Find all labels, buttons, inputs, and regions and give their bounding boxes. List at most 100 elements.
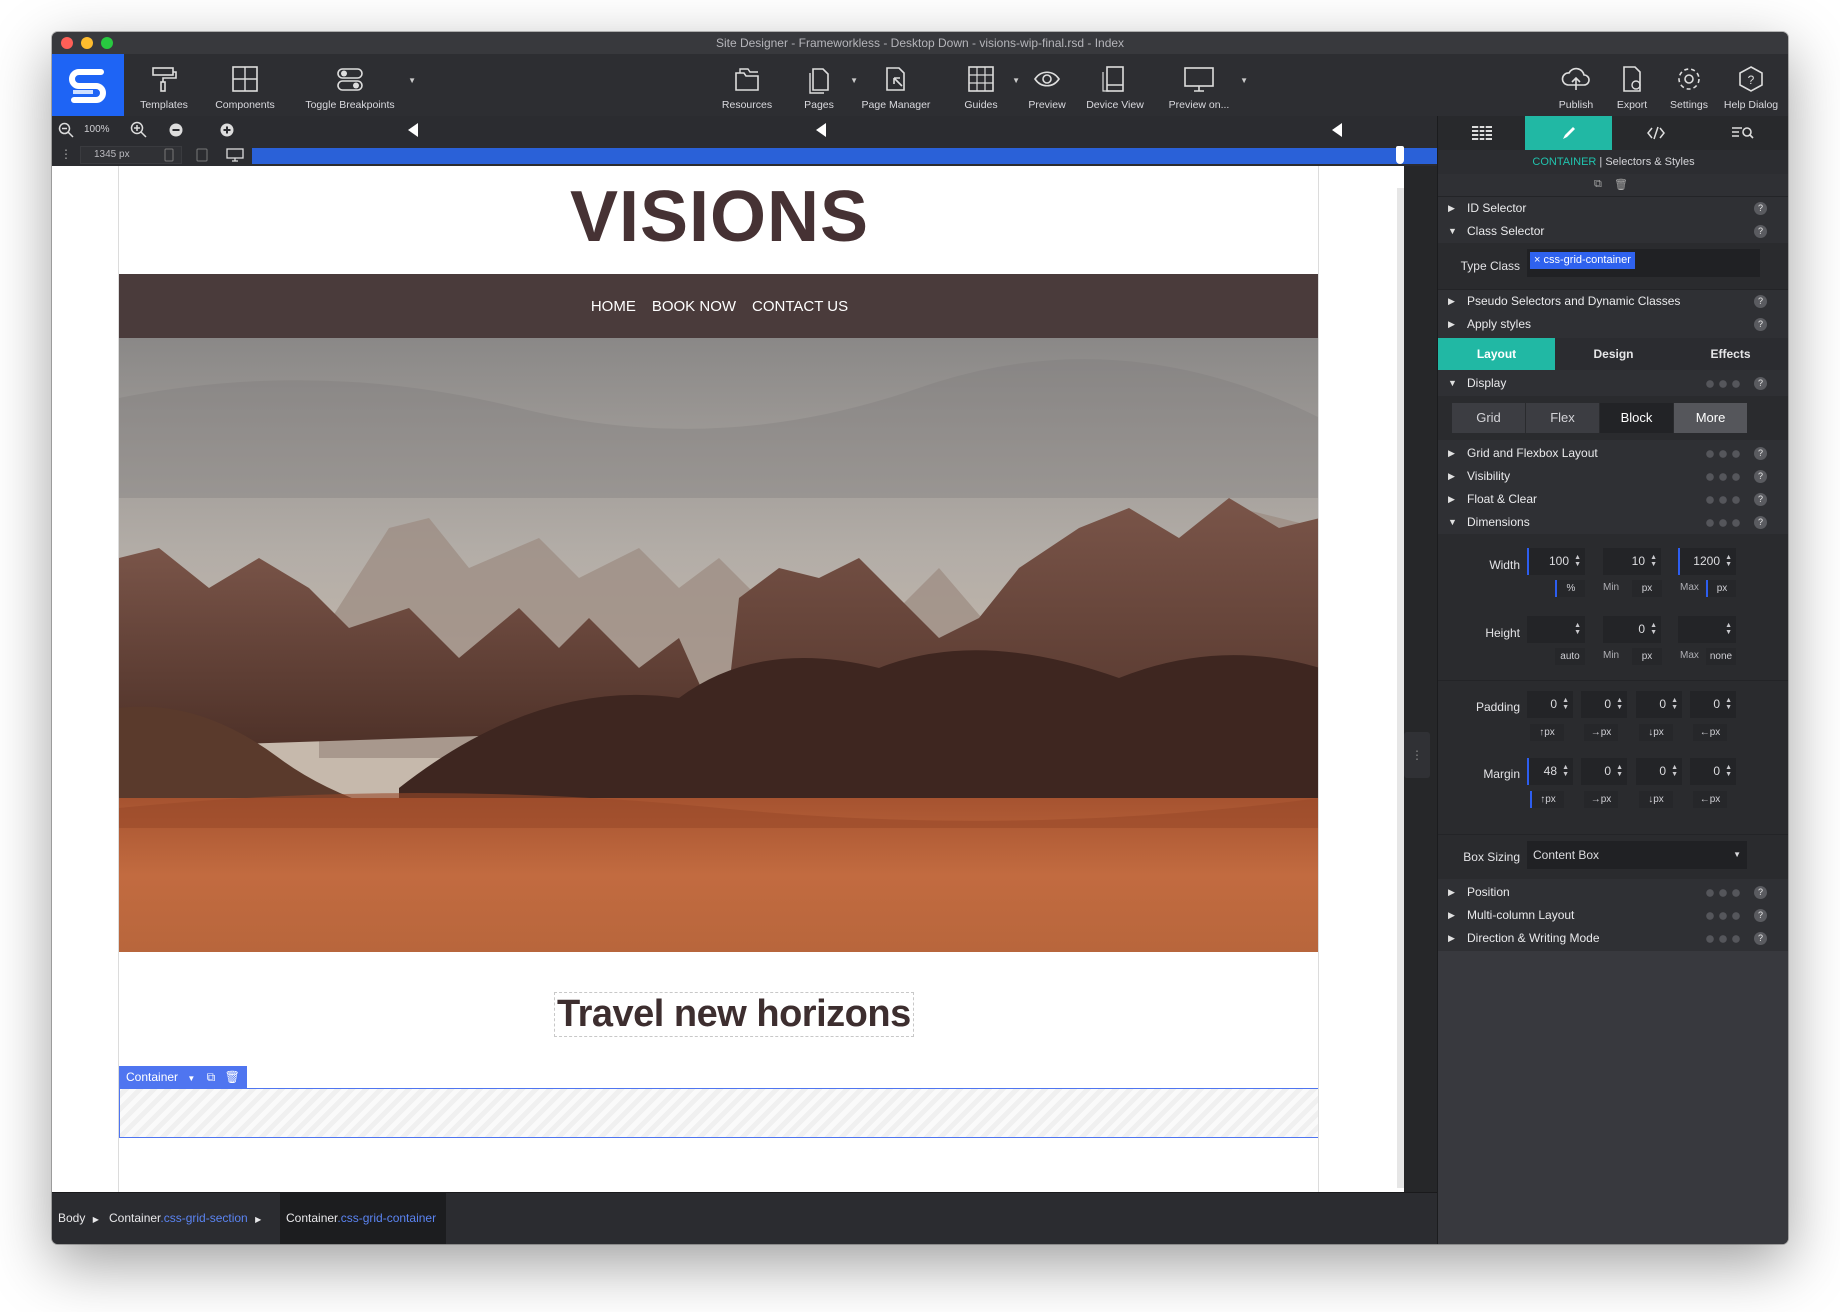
breakpoint-marker-icon[interactable] xyxy=(816,123,826,137)
nav-contact-us-link[interactable]: CONTACT US xyxy=(752,298,848,315)
preview-on-button[interactable]: Preview on... ▼ xyxy=(1164,60,1248,112)
display-flex-button[interactable]: Flex xyxy=(1526,403,1599,433)
margin-left-input[interactable]: 0 ▲ ▼ xyxy=(1690,758,1736,785)
help-icon[interactable]: ? xyxy=(1754,225,1767,238)
width-slider-handle[interactable] xyxy=(1396,146,1404,164)
page-manager-button[interactable]: Page Manager xyxy=(860,60,932,112)
design-canvas[interactable]: VISIONS HOME BOOK NOW CONTACT US Travel … xyxy=(52,166,1437,1192)
templates-button[interactable]: Templates xyxy=(134,60,194,112)
phone-icon[interactable] xyxy=(164,148,174,162)
help-icon[interactable]: ? xyxy=(1754,470,1767,483)
padding-top-input[interactable]: 0 ▲ ▼ xyxy=(1527,691,1573,718)
breadcrumb-section[interactable]: Container.css-grid-section ▶ xyxy=(109,1193,261,1244)
more-vertical-icon[interactable]: ⋮ xyxy=(60,147,72,161)
direction-writing-mode-section[interactable]: ▶ Direction & Writing Mode? xyxy=(1438,927,1788,950)
margin-top-input[interactable]: 48 ▲ ▼ xyxy=(1527,758,1573,785)
margin-left-unit[interactable]: ←px xyxy=(1693,791,1727,808)
zoom-out-magnifier-icon[interactable] xyxy=(58,122,74,138)
grid-flexbox-section[interactable]: ▶ Grid and Flexbox Layout? xyxy=(1438,442,1788,465)
stepper-icon[interactable]: ▲ ▼ xyxy=(1574,622,1581,636)
breadcrumb-body[interactable]: Body ▶ xyxy=(58,1193,99,1244)
nav-home-link[interactable]: HOME xyxy=(591,298,636,315)
padding-bottom-input[interactable]: 0 ▲ ▼ xyxy=(1636,691,1682,718)
height-input[interactable]: ▲ ▼ xyxy=(1527,616,1585,643)
stepper-icon[interactable]: ▲ ▼ xyxy=(1574,554,1581,568)
visibility-section[interactable]: ▶ Visibility? xyxy=(1438,465,1788,488)
id-selector-section[interactable]: ▶ ID Selector? xyxy=(1438,197,1788,220)
tab-search[interactable] xyxy=(1699,116,1786,150)
zoom-in-magnifier-icon[interactable] xyxy=(130,121,147,138)
guides-button[interactable]: Guides ▼ xyxy=(956,60,1020,112)
max-width-input[interactable]: 1200 ▲ ▼ xyxy=(1678,548,1736,575)
padding-bottom-unit[interactable]: ↓px xyxy=(1639,724,1673,741)
desktop-icon[interactable] xyxy=(226,148,244,162)
multi-column-section[interactable]: ▶ Multi-column Layout? xyxy=(1438,904,1788,927)
minimize-window-button[interactable] xyxy=(81,37,93,49)
stepper-icon[interactable]: ▲ ▼ xyxy=(1725,697,1732,711)
close-window-button[interactable] xyxy=(61,37,73,49)
min-height-input[interactable]: 0 ▲ ▼ xyxy=(1603,616,1661,643)
components-button[interactable]: Components xyxy=(208,60,282,112)
padding-left-input[interactable]: 0 ▲ ▼ xyxy=(1690,691,1736,718)
stepper-icon[interactable]: ▲ ▼ xyxy=(1616,697,1623,711)
tab-layout[interactable]: Layout xyxy=(1438,338,1555,370)
selected-element-tag[interactable]: Container ▼ ⧉ 🗑 xyxy=(119,1066,247,1088)
resources-button[interactable]: Resources xyxy=(717,60,777,112)
settings-button[interactable]: Settings xyxy=(1666,60,1712,112)
hero-image[interactable] xyxy=(119,338,1318,952)
tab-code[interactable] xyxy=(1612,116,1699,150)
tab-grid[interactable] xyxy=(1438,116,1525,150)
float-clear-section[interactable]: ▶ Float & Clear? xyxy=(1438,488,1788,511)
breakpoint-range-bar[interactable] xyxy=(252,148,1437,164)
class-selector-section[interactable]: ▼ Class Selector? xyxy=(1438,220,1788,243)
remove-class-icon[interactable]: × xyxy=(1534,254,1540,266)
tab-styles[interactable] xyxy=(1525,116,1612,150)
site-nav-bar[interactable]: HOME BOOK NOW CONTACT US xyxy=(119,274,1318,338)
chevron-down-icon[interactable]: ▼ xyxy=(850,76,858,85)
margin-bottom-input[interactable]: 0 ▲ ▼ xyxy=(1636,758,1682,785)
canvas-width-readout[interactable]: 1345 px xyxy=(94,149,130,160)
stepper-icon[interactable]: ▲ ▼ xyxy=(1616,764,1623,778)
width-unit[interactable]: % xyxy=(1555,580,1585,597)
stepper-icon[interactable]: ▲ ▼ xyxy=(1725,622,1732,636)
max-width-unit[interactable]: px xyxy=(1706,580,1736,597)
stepper-icon[interactable]: ▲ ▼ xyxy=(1650,622,1657,636)
pages-button[interactable]: Pages ▼ xyxy=(794,60,858,112)
margin-right-input[interactable]: 0 ▲ ▼ xyxy=(1581,758,1627,785)
min-width-unit[interactable]: px xyxy=(1632,580,1662,597)
padding-top-unit[interactable]: ↑px xyxy=(1530,724,1564,741)
stepper-icon[interactable]: ▲ ▼ xyxy=(1562,697,1569,711)
publish-button[interactable]: Publish xyxy=(1554,60,1598,112)
margin-top-unit[interactable]: ↑px xyxy=(1530,791,1564,808)
zoom-level[interactable]: 100% xyxy=(84,124,110,135)
site-brand-heading[interactable]: VISIONS xyxy=(119,176,1318,258)
min-width-input[interactable]: 10 ▲ ▼ xyxy=(1603,548,1661,575)
preview-button[interactable]: Preview xyxy=(1022,60,1072,112)
headline-text[interactable]: Travel new horizons xyxy=(554,992,914,1037)
help-icon[interactable]: ? xyxy=(1754,295,1767,308)
export-button[interactable]: Export xyxy=(1612,60,1652,112)
minus-circle-icon[interactable] xyxy=(169,123,183,137)
chevron-down-icon[interactable]: ▼ xyxy=(1012,76,1020,85)
margin-bottom-unit[interactable]: ↓px xyxy=(1639,791,1673,808)
breakpoint-marker-icon[interactable] xyxy=(408,123,418,137)
display-block-button[interactable]: Block xyxy=(1600,403,1673,433)
chevron-down-icon[interactable]: ▼ xyxy=(187,1074,195,1083)
help-icon[interactable]: ? xyxy=(1754,932,1767,945)
trash-icon[interactable]: 🗑 xyxy=(225,1070,240,1084)
tab-effects[interactable]: Effects xyxy=(1672,338,1788,370)
dimensions-section[interactable]: ▼ Dimensions? xyxy=(1438,511,1788,534)
stepper-icon[interactable]: ▲ ▼ xyxy=(1671,764,1678,778)
help-icon[interactable]: ? xyxy=(1754,886,1767,899)
stepper-icon[interactable]: ▲ ▼ xyxy=(1562,764,1569,778)
duplicate-icon[interactable]: ⧉ xyxy=(207,1070,216,1084)
stepper-icon[interactable]: ▲ ▼ xyxy=(1650,554,1657,568)
device-view-button[interactable]: Device View xyxy=(1082,60,1148,112)
pseudo-selectors-section[interactable]: ▶ Pseudo Selectors and Dynamic Classes? xyxy=(1438,290,1788,313)
display-grid-button[interactable]: Grid xyxy=(1452,403,1525,433)
trash-icon[interactable]: 🗑 xyxy=(1614,178,1628,191)
help-icon[interactable]: ? xyxy=(1754,202,1767,215)
apply-styles-section[interactable]: ▶ Apply styles? xyxy=(1438,313,1788,336)
help-icon[interactable]: ? xyxy=(1754,909,1767,922)
chevron-down-icon[interactable]: ▼ xyxy=(408,76,416,85)
